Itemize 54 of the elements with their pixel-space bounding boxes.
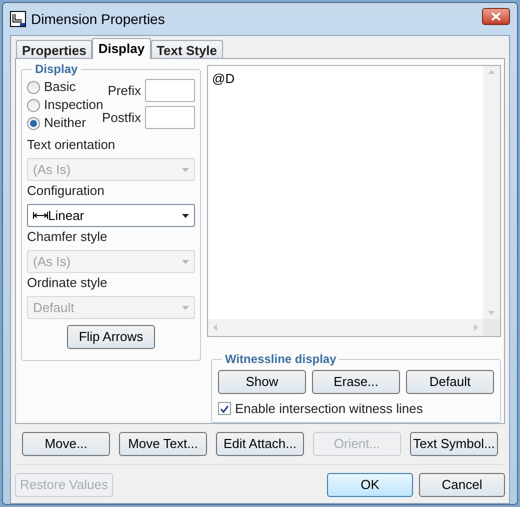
dropdown-value: Linear <box>48 206 84 225</box>
scroll-down-icon <box>488 311 495 316</box>
action-button[interactable]: Edit Attach... <box>216 432 304 456</box>
radio-button[interactable] <box>27 80 40 94</box>
tab[interactable]: Display <box>92 38 151 59</box>
text-area-content: @D <box>211 70 236 88</box>
scroll-left-icon <box>213 324 217 332</box>
witnessline-button[interactable]: Erase... <box>312 370 400 394</box>
window-title: Dimension Properties <box>31 10 165 29</box>
dropdown-arrow-icon <box>182 168 189 172</box>
group-title: Display <box>32 61 81 77</box>
action-button[interactable]: Move Text... <box>119 432 207 456</box>
dropdown-label: Chamfer style <box>27 228 108 246</box>
checkbox-label: Enable intersection witness lines <box>235 400 423 418</box>
linear-dimension-icon <box>33 212 48 219</box>
witnessline-button[interactable]: Show <box>218 370 306 394</box>
dropdown-arrow-icon <box>182 306 189 310</box>
dropdown-value: (As Is) <box>33 160 71 179</box>
action-button[interactable]: Move... <box>22 432 110 456</box>
tab[interactable]: Text Style <box>150 40 224 58</box>
close-button[interactable] <box>482 8 510 24</box>
dialog-button[interactable]: OK <box>327 473 413 497</box>
tab[interactable]: Properties <box>16 40 92 58</box>
dropdown[interactable]: Linear <box>27 204 195 227</box>
radio-label: Neither <box>44 114 86 132</box>
dropdown-value: Default <box>33 298 74 317</box>
dimension-icon <box>10 11 26 27</box>
witnessline-button[interactable]: Default <box>406 370 494 394</box>
radio-label: Basic <box>44 78 76 96</box>
dropdown-label: Ordinate style <box>27 274 108 292</box>
dropdown-label: Configuration <box>27 182 106 200</box>
field-label: Postfix <box>102 110 141 127</box>
dropdown-arrow-icon <box>182 214 189 218</box>
dropdown-arrow-icon <box>182 260 189 264</box>
scroll-up-icon <box>488 70 495 74</box>
field-label: Prefix <box>108 82 141 100</box>
radio-button[interactable] <box>27 98 40 112</box>
radio-button[interactable] <box>27 116 40 130</box>
dropdown-label: Text orientation <box>27 136 116 154</box>
checkbox[interactable] <box>218 402 231 416</box>
scrollbar-corner <box>483 319 500 336</box>
dropdown-value: (As Is) <box>33 252 71 271</box>
close-icon <box>491 12 501 20</box>
text-field[interactable] <box>145 79 195 102</box>
vertical-scrollbar[interactable] <box>483 66 500 320</box>
flip-arrows-button[interactable]: Flip Arrows <box>67 325 155 349</box>
text-area[interactable]: @D <box>207 65 501 338</box>
dialog-button[interactable]: Cancel <box>419 473 505 497</box>
action-button[interactable]: Text Symbol... <box>410 432 498 456</box>
text-field[interactable] <box>145 106 195 129</box>
scroll-right-icon <box>474 324 478 332</box>
group-title: Witnessline display <box>222 351 340 368</box>
radio-label: Inspection <box>44 96 104 112</box>
horizontal-scrollbar[interactable] <box>208 319 483 336</box>
